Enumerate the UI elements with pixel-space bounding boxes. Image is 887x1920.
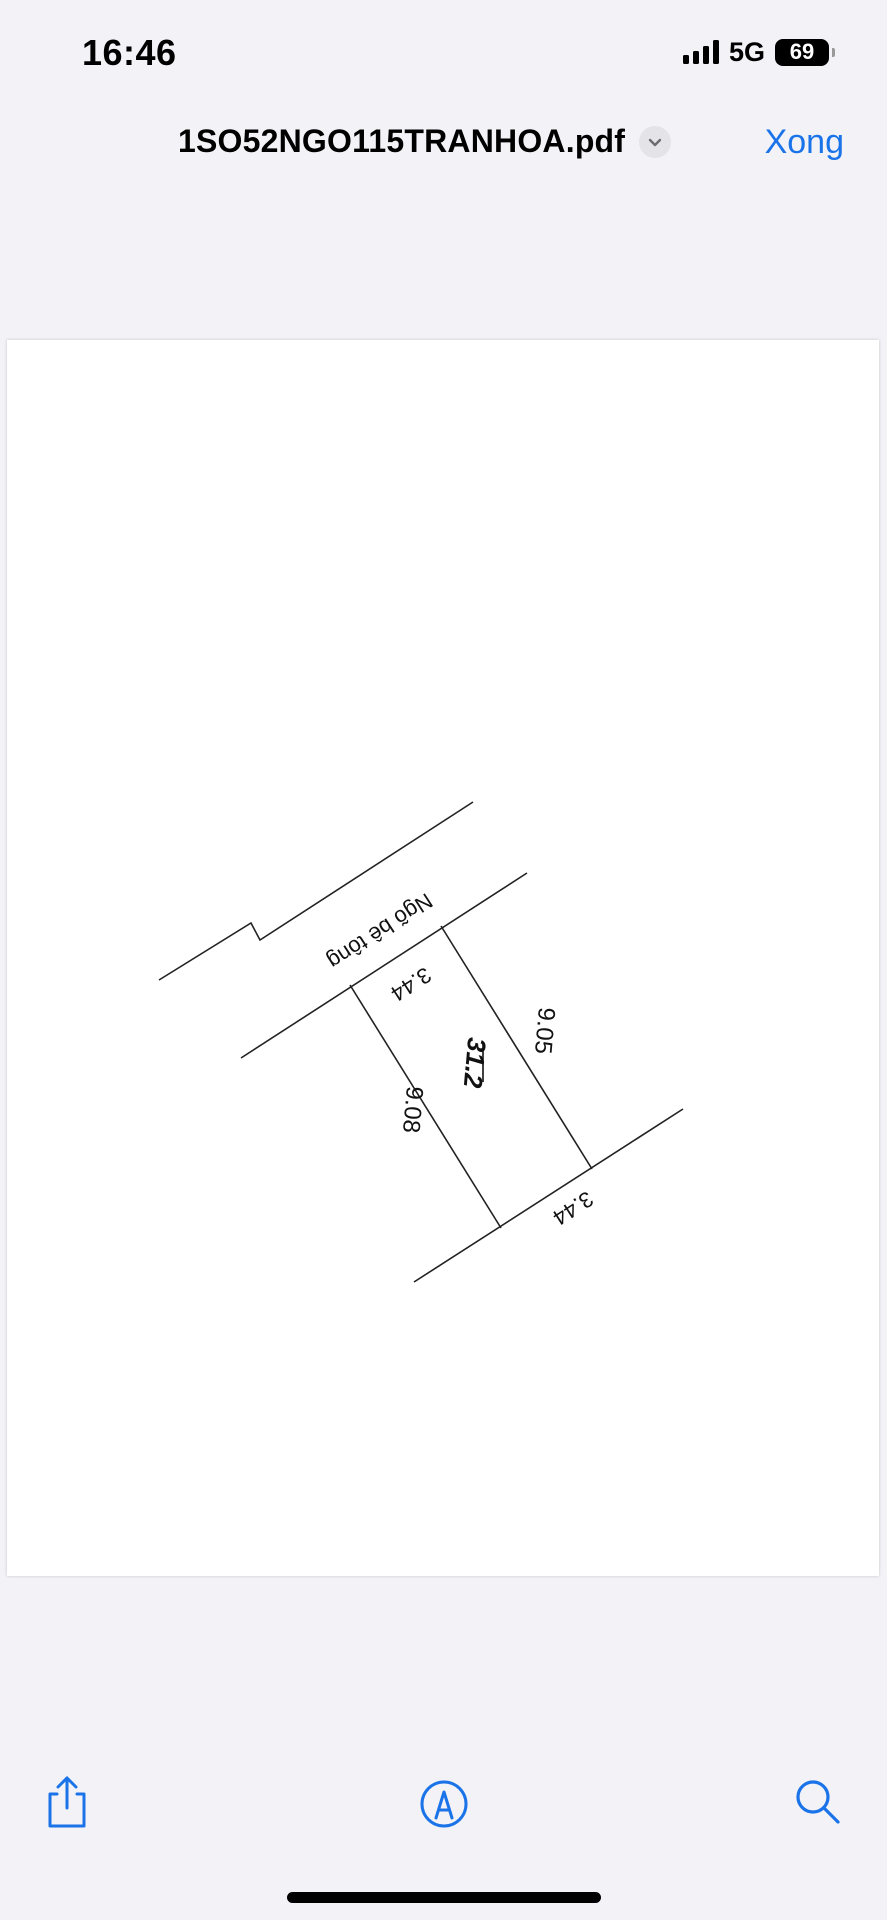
- markup-button[interactable]: [412, 1770, 476, 1834]
- share-button[interactable]: [35, 1770, 99, 1834]
- pdf-page[interactable]: Ngõ bê tông 3.44 31.2 9.05 9.08 3.44: [7, 340, 879, 1576]
- nav-bar: 1SO52NGO115TRANHOA.pdf Xong: [0, 115, 887, 175]
- markup-pen-icon: [420, 1780, 468, 1828]
- search-icon: [796, 1780, 840, 1824]
- road-edge-lower: [240, 872, 528, 1059]
- status-bar: 16:46 5G 69: [0, 0, 887, 100]
- bottom-toolbar: [0, 1770, 887, 1840]
- chevron-down-icon[interactable]: [639, 125, 672, 158]
- battery-level: 69: [789, 39, 815, 64]
- dimension-right: 9.05: [529, 1006, 560, 1055]
- dimension-bottom: 3.44: [548, 1186, 598, 1230]
- done-button[interactable]: Xong: [765, 123, 844, 162]
- dimension-top: 3.44: [386, 962, 436, 1006]
- area-label: 31.2: [458, 1036, 492, 1090]
- home-indicator[interactable]: [287, 1892, 601, 1903]
- search-button[interactable]: [786, 1770, 850, 1834]
- document-title-menu[interactable]: 1SO52NGO115TRANHOA.pdf: [178, 123, 672, 160]
- rear-boundary-line: [413, 1108, 684, 1283]
- land-plot-diagram: Ngõ bê tông 3.44 31.2 9.05 9.08 3.44: [158, 801, 684, 1283]
- network-type: 5G: [728, 36, 765, 67]
- battery-icon: 69: [775, 38, 835, 66]
- status-indicators: 5G 69: [682, 36, 835, 68]
- road-label: Ngõ bê tông: [323, 888, 437, 974]
- document-title: 1SO52NGO115TRANHOA.pdf: [178, 123, 626, 159]
- screen: 16:46 5G 69 1SO52NGO115TRANHOA.pdf Xong …: [0, 0, 887, 1920]
- share-icon: [48, 1776, 86, 1828]
- dimension-left: 9.08: [397, 1085, 428, 1134]
- status-time: 16:46: [82, 32, 177, 73]
- battery-cap: [832, 47, 835, 57]
- cellular-signal-icon: [682, 40, 719, 64]
